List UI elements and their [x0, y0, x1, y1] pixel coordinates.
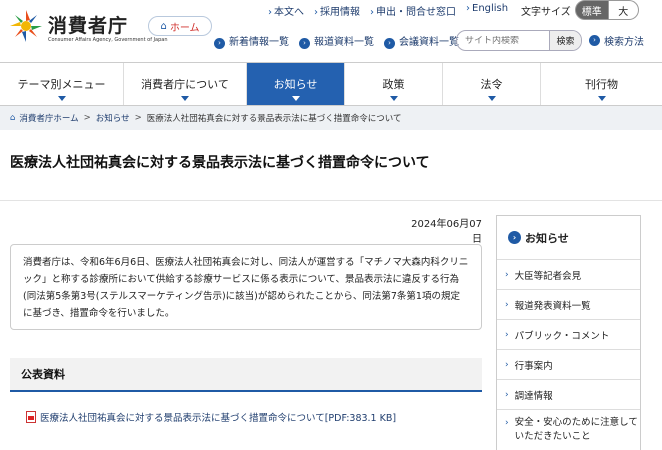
sidebar-item-events[interactable]: › 行事案内: [497, 350, 640, 380]
chevron-right-icon: ›: [384, 38, 395, 49]
caret-down-icon: [57, 96, 66, 101]
logo-title: 消費者庁: [48, 15, 129, 37]
chevron-right-icon: ›: [508, 231, 521, 244]
page-title: 医療法人社団祐真会に対する景品表示法に基づく措置命令について: [10, 155, 430, 171]
chevron-right-icon: ›: [268, 7, 272, 18]
search-button[interactable]: 検索: [549, 31, 581, 50]
search-howto-link[interactable]: › 検索方法: [589, 33, 644, 48]
nav-laws[interactable]: 法令: [443, 63, 541, 105]
publish-date: 2024年06月07日: [411, 219, 482, 245]
logo-subtitle: Consumer Affairs Agency, Government of J…: [48, 37, 168, 43]
caret-down-icon: [487, 96, 496, 101]
chevron-right-icon: ›: [299, 38, 310, 49]
chevron-right-icon: ›: [505, 389, 509, 400]
top-link-english[interactable]: › English: [466, 3, 508, 18]
summary-box: 消費者庁は、令和6年6月6日、医療法人社団祐真会に対し、同法人が運営する「マチノ…: [10, 244, 482, 330]
chevron-right-icon: ›: [505, 299, 509, 310]
chevron-right-icon: ›: [370, 7, 374, 18]
chevron-right-icon: ›: [505, 418, 509, 428]
breadcrumb-separator: >: [83, 113, 91, 123]
breadcrumb-notices[interactable]: お知らせ: [96, 112, 130, 124]
section-heading-documents: 公表資料: [10, 358, 482, 392]
global-nav: テーマ別メニュー 消費者庁について お知らせ 政策 法令 刊行物: [0, 62, 662, 106]
nav-publications[interactable]: 刊行物: [541, 63, 662, 105]
chevron-right-icon: ›: [505, 269, 509, 280]
sub-link-meetings[interactable]: › 会議資料一覧: [384, 33, 459, 49]
chevron-right-icon: ›: [314, 7, 318, 18]
caret-down-icon: [389, 96, 398, 101]
sub-links: › 新着情報一覧 › 報道資料一覧 › 会議資料一覧: [214, 33, 459, 49]
nav-policy[interactable]: 政策: [345, 63, 443, 105]
top-links: › 本文へ › 採用情報 › 申出・問合せ窓口 › English: [268, 3, 508, 18]
caret-down-icon: [291, 96, 300, 101]
nav-theme-menu[interactable]: テーマ別メニュー: [0, 63, 124, 105]
chevron-right-icon: ›: [505, 329, 509, 340]
font-size-standard-button[interactable]: 標準: [574, 0, 609, 20]
sub-link-news[interactable]: › 新着情報一覧: [214, 33, 289, 49]
breadcrumb: ⌂ 消費者庁ホーム > お知らせ > 医療法人社団祐真会に対する景品表示法に基づ…: [0, 106, 662, 130]
font-size-large-button[interactable]: 大: [608, 0, 639, 20]
top-link-skip[interactable]: › 本文へ: [268, 3, 304, 18]
logo[interactable]: 消費者庁 Consumer Affairs Agency, Government…: [8, 8, 168, 54]
chevron-right-icon: ›: [466, 3, 470, 14]
nav-notices[interactable]: お知らせ: [247, 63, 345, 105]
sidebar-item-procurement[interactable]: › 調達情報: [497, 380, 640, 410]
sidebar-item-press-conference[interactable]: › 大臣等記者会見: [497, 260, 640, 290]
sidebar-item-public-comment[interactable]: › パブリック・コメント: [497, 320, 640, 350]
breadcrumb-separator: >: [134, 113, 142, 123]
chevron-right-icon: ›: [214, 38, 225, 49]
font-size-switcher: 文字サイズ 標準 大: [521, 0, 639, 20]
sidebar-heading[interactable]: › お知らせ: [497, 216, 640, 260]
top-link-contact[interactable]: › 申出・問合せ窓口: [370, 3, 456, 18]
chevron-right-icon: ›: [505, 359, 509, 370]
font-size-label: 文字サイズ: [521, 6, 571, 18]
site-header: 消費者庁 Consumer Affairs Agency, Government…: [0, 0, 662, 62]
caret-down-icon: [597, 96, 606, 101]
home-icon: ⌂: [160, 20, 167, 32]
pdf-icon: [26, 411, 36, 423]
divider: [0, 200, 662, 201]
sub-link-press[interactable]: › 報道資料一覧: [299, 33, 374, 49]
search-input[interactable]: [457, 35, 549, 46]
breadcrumb-current: 医療法人社団祐真会に対する景品表示法に基づく措置命令について: [146, 114, 402, 124]
caret-down-icon: [181, 96, 189, 101]
chevron-right-icon: ›: [589, 35, 600, 46]
site-search: 検索: [456, 30, 582, 51]
sidebar-item-safety-notice[interactable]: › 安全・安心のために注意していただきたいこと: [497, 410, 640, 450]
logo-mark-icon: [10, 10, 42, 42]
home-icon: ⌂: [10, 113, 16, 123]
breadcrumb-home[interactable]: 消費者庁ホーム: [19, 112, 78, 124]
nav-about[interactable]: 消費者庁について: [124, 63, 247, 105]
sidebar: › お知らせ › 大臣等記者会見 › 報道発表資料一覧 › パブリック・コメント › 行…: [496, 215, 641, 450]
home-button[interactable]: ⌂ ホーム: [148, 16, 212, 36]
top-link-recruit[interactable]: › 採用情報: [314, 3, 360, 18]
pdf-document-link[interactable]: 医療法人社団祐真会に対する景品表示法に基づく措置命令について[PDF:383.1…: [26, 410, 396, 424]
home-label: ホーム: [169, 22, 200, 34]
sidebar-item-press-releases[interactable]: › 報道発表資料一覧: [497, 290, 640, 320]
